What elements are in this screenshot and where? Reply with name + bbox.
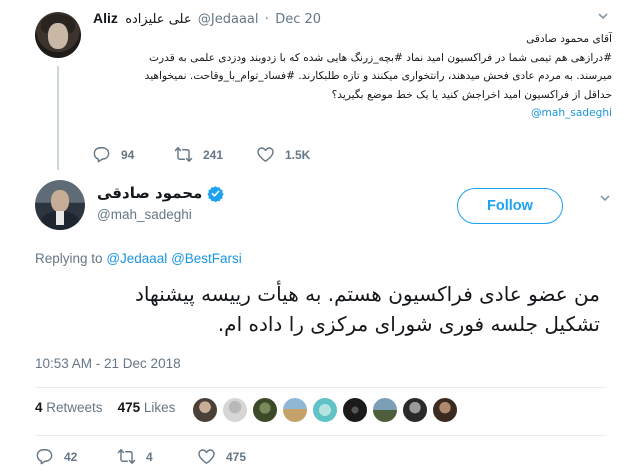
likes-stat[interactable]: 475 Likes bbox=[118, 400, 176, 415]
parent-author-rtl-name[interactable]: علی علیزاده bbox=[125, 12, 191, 27]
chevron-down-icon[interactable] bbox=[598, 12, 608, 20]
parent-tweet-text: آقای محمود صادقی #درازهی هم تیمی شما در … bbox=[92, 30, 612, 123]
parent-text-line-2: #درازهی هم تیمی شما در فراکسیون امید نما… bbox=[149, 51, 612, 64]
heart-icon bbox=[257, 147, 274, 162]
parent-author-handle[interactable]: @Jedaaal bbox=[198, 12, 259, 27]
parent-reply-button[interactable]: 94 bbox=[92, 145, 134, 164]
main-like-count: 475 bbox=[226, 449, 247, 464]
liker-avatar[interactable] bbox=[222, 397, 248, 423]
parent-like-button[interactable]: 1.5K bbox=[256, 145, 310, 164]
main-tweet-timestamp[interactable]: 10:53 AM - 21 Dec 2018 bbox=[35, 356, 181, 371]
main-like-button[interactable]: 475 bbox=[197, 447, 246, 466]
retweet-icon bbox=[117, 449, 136, 464]
main-author-name[interactable]: محمود صادقی bbox=[97, 184, 202, 202]
parent-separator: · bbox=[264, 12, 269, 27]
stats-top-divider bbox=[35, 387, 607, 388]
likes-stat-label: Likes bbox=[143, 400, 176, 415]
parent-text-line-1: آقای محمود صادقی bbox=[526, 33, 612, 45]
reply-icon bbox=[93, 147, 110, 163]
parent-author-avatar[interactable] bbox=[35, 12, 81, 58]
parent-text-line-3: میرسند. به مردم عادی فحش میدهند، رانتخوا… bbox=[144, 70, 612, 82]
heart-icon bbox=[198, 449, 215, 464]
parent-reply-count: 94 bbox=[121, 147, 135, 162]
main-reply-count: 42 bbox=[64, 449, 78, 464]
liker-avatar[interactable] bbox=[312, 397, 338, 423]
parent-author-name[interactable]: Aliz bbox=[93, 10, 118, 26]
likes-stat-count: 475 bbox=[117, 400, 141, 415]
chevron-down-icon[interactable] bbox=[600, 194, 610, 202]
main-tweet-text: من عضو عادی فراکسیون هستم. به هیأت رییسه… bbox=[60, 279, 600, 339]
main-author-handle[interactable]: @mah_sadeghi bbox=[97, 207, 192, 222]
parent-retweet-button[interactable]: 241 bbox=[174, 145, 223, 164]
liker-avatar[interactable] bbox=[282, 397, 308, 423]
follow-button[interactable]: Follow bbox=[457, 188, 563, 224]
retweets-stat-label: Retweets bbox=[46, 400, 103, 415]
main-author-name-row[interactable]: محمود صادقی bbox=[97, 184, 225, 202]
retweet-icon bbox=[174, 147, 193, 162]
retweets-stat[interactable]: 4 Retweets bbox=[35, 400, 103, 415]
parent-mention-link[interactable]: @mah_sadeghi bbox=[92, 104, 612, 123]
replying-to-line: Replying to @Jedaaal @BestFarsi bbox=[35, 251, 242, 266]
reply-icon bbox=[36, 449, 53, 465]
parent-tweet-date[interactable]: Dec 20 bbox=[275, 12, 321, 27]
replying-to-mention-2[interactable]: @BestFarsi bbox=[171, 251, 242, 266]
main-author-avatar[interactable] bbox=[35, 180, 85, 230]
verified-badge-icon bbox=[207, 185, 225, 202]
main-text-line-2: تشکیل جلسه فوری شورای مرکزی را داده ام. bbox=[217, 312, 600, 336]
main-text-line-1: من عضو عادی فراکسیون هستم. به هیأت رییسه… bbox=[135, 282, 600, 306]
stats-bottom-divider bbox=[35, 435, 607, 436]
replying-to-label: Replying to bbox=[35, 251, 103, 266]
parent-like-count: 1.5K bbox=[285, 147, 311, 162]
liker-avatar[interactable] bbox=[342, 397, 368, 423]
liker-avatars bbox=[192, 397, 462, 423]
replying-to-mention-1[interactable]: @Jedaaal bbox=[106, 251, 167, 266]
parent-tweet-actions: 94 241 1.5K bbox=[92, 145, 352, 165]
parent-tweet-header: Aliz علی علیزاده @Jedaaal · Dec 20 bbox=[93, 10, 321, 27]
thread-connector-line bbox=[57, 66, 59, 170]
liker-avatar[interactable] bbox=[402, 397, 428, 423]
liker-avatar[interactable] bbox=[372, 397, 398, 423]
main-retweet-button[interactable]: 4 bbox=[117, 447, 153, 466]
main-tweet-actions: 42 4 475 bbox=[35, 447, 295, 467]
parent-retweet-count: 241 bbox=[203, 147, 224, 162]
parent-text-line-4: حداقل از فراکسیون امید اخراجش کنید یا یک… bbox=[331, 88, 612, 101]
liker-avatar[interactable] bbox=[192, 397, 218, 423]
engagement-stats: 4 Retweets 475 Likes bbox=[35, 400, 175, 415]
liker-avatar[interactable] bbox=[252, 397, 278, 423]
retweets-stat-count: 4 bbox=[35, 400, 43, 415]
parent-tweet[interactable]: Aliz علی علیزاده @Jedaaal · Dec 20 آقای … bbox=[0, 0, 632, 170]
main-reply-button[interactable]: 42 bbox=[35, 447, 77, 466]
main-retweet-count: 4 bbox=[146, 449, 153, 464]
liker-avatar[interactable] bbox=[432, 397, 458, 423]
